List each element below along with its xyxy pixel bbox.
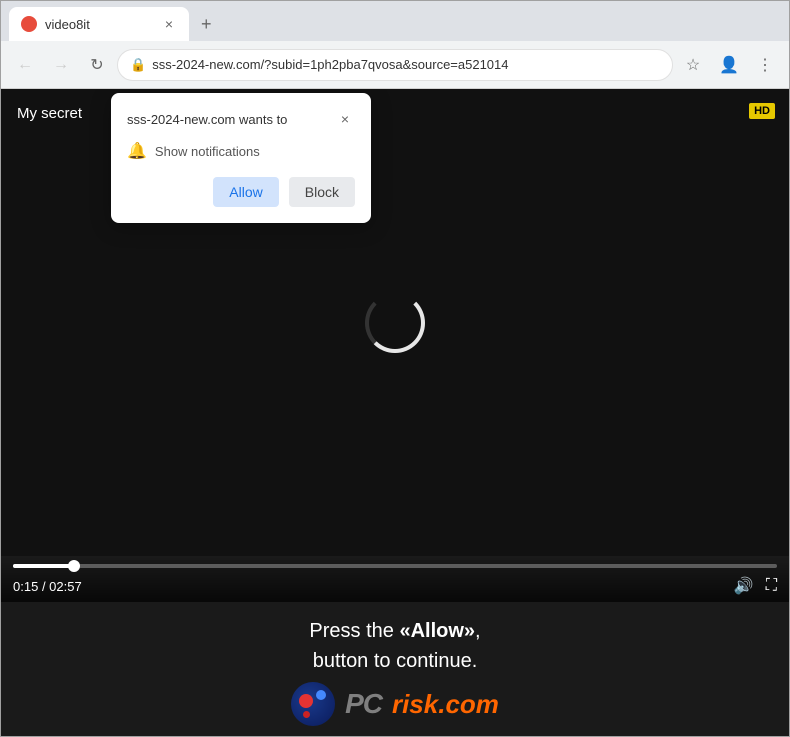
video-controls: 0:15 / 02:57 🔊 ⛶ — [1, 556, 789, 602]
content-area: sss-2024-new.com wants to × 🔔 Show notif… — [1, 89, 789, 736]
volume-button[interactable]: 🔊 — [734, 576, 754, 596]
menu-button[interactable]: ⋮ — [749, 49, 781, 81]
tab-favicon — [21, 16, 37, 32]
progress-thumb — [68, 560, 80, 572]
tab-title: video8it — [45, 17, 153, 32]
active-tab[interactable]: video8it × — [9, 7, 189, 41]
notification-popup: sss-2024-new.com wants to × 🔔 Show notif… — [111, 93, 371, 223]
current-time: 0:15 — [13, 579, 38, 594]
progress-fill — [13, 564, 74, 568]
notification-row: 🔔 Show notifications — [127, 141, 355, 161]
tab-bar: video8it × + — [1, 1, 789, 41]
risk-text-logo: risk.com — [392, 689, 499, 720]
video-title: My secret — [17, 105, 82, 122]
loading-spinner — [365, 293, 425, 353]
notification-label: Show notifications — [155, 144, 260, 159]
banner-logo-row: PC risk.com — [1, 682, 789, 726]
bottom-banner: Press the «Allow», button to continue. P… — [1, 602, 789, 736]
banner-line2: button to continue. — [313, 650, 478, 672]
popup-header: sss-2024-new.com wants to × — [127, 109, 355, 129]
back-button[interactable]: ← — [9, 49, 41, 81]
refresh-icon: ↻ — [90, 55, 103, 75]
fullscreen-button[interactable]: ⛶ — [766, 577, 777, 595]
popup-close-button[interactable]: × — [335, 109, 355, 129]
lock-icon: 🔒 — [130, 57, 146, 73]
bell-icon: 🔔 — [127, 141, 147, 161]
tab-close-button[interactable]: × — [161, 14, 177, 34]
menu-icon: ⋮ — [757, 55, 773, 75]
browser-window: video8it × + ← → ↻ 🔒 sss-2024-new.com/?s… — [0, 0, 790, 737]
bookmark-icon: ☆ — [686, 55, 700, 75]
back-icon: ← — [17, 56, 33, 74]
profile-icon: 👤 — [719, 55, 739, 75]
total-time: 02:57 — [49, 579, 82, 594]
banner-text: Press the «Allow», button to continue. — [1, 616, 789, 676]
hd-badge: HD — [749, 103, 775, 119]
banner-line1-end: , — [475, 620, 481, 642]
profile-button[interactable]: 👤 — [713, 49, 745, 81]
logo-dot-blue — [316, 690, 326, 700]
banner-highlight: «Allow» — [399, 620, 475, 642]
block-button[interactable]: Block — [289, 177, 355, 207]
popup-title: sss-2024-new.com wants to — [127, 112, 287, 127]
refresh-button[interactable]: ↻ — [81, 49, 113, 81]
pc-text-logo: PC — [345, 688, 382, 720]
controls-row: 0:15 / 02:57 🔊 ⛶ — [13, 576, 777, 596]
banner-line1-prefix: Press the — [309, 620, 399, 642]
popup-buttons: Allow Block — [127, 177, 355, 207]
bookmark-button[interactable]: ☆ — [677, 49, 709, 81]
address-bar[interactable]: 🔒 sss-2024-new.com/?subid=1ph2pba7qvosa&… — [117, 49, 673, 81]
nav-bar: ← → ↻ 🔒 sss-2024-new.com/?subid=1ph2pba7… — [1, 41, 789, 89]
url-text: sss-2024-new.com/?subid=1ph2pba7qvosa&so… — [152, 57, 660, 72]
time-display: 0:15 / 02:57 — [13, 579, 82, 594]
forward-icon: → — [53, 56, 69, 74]
logo-dot-red — [299, 694, 313, 708]
pcrisk-logo-icon — [291, 682, 335, 726]
forward-button[interactable]: → — [45, 49, 77, 81]
logo-dot-small — [303, 711, 310, 718]
allow-button[interactable]: Allow — [213, 177, 278, 207]
progress-bar[interactable] — [13, 564, 777, 568]
right-controls: 🔊 ⛶ — [734, 576, 777, 596]
new-tab-button[interactable]: + — [193, 12, 220, 37]
